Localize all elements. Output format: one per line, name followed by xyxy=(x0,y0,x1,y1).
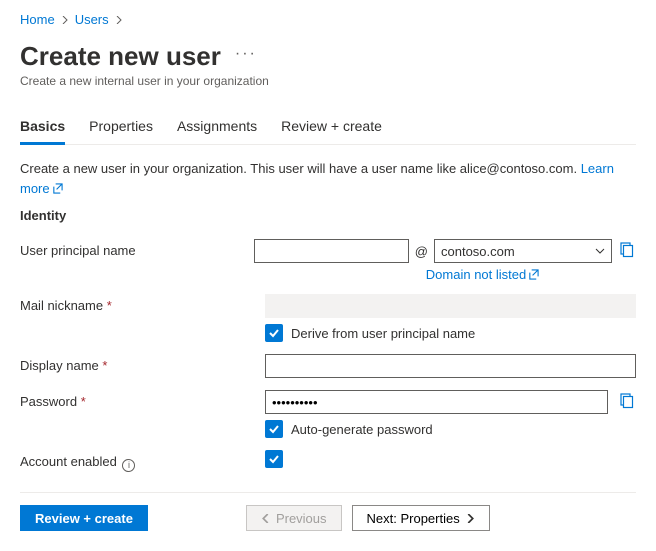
previous-button: Previous xyxy=(246,505,342,531)
at-symbol: @ xyxy=(415,244,428,259)
account-enabled-checkbox[interactable] xyxy=(265,450,283,468)
derive-label: Derive from user principal name xyxy=(291,326,475,341)
domain-not-listed-link[interactable]: Domain not listed xyxy=(426,267,539,282)
intro-body: Create a new user in your organization. … xyxy=(20,161,577,176)
row-account-enabled: Account enabled i xyxy=(20,450,636,472)
more-actions-button[interactable]: ··· xyxy=(235,45,257,63)
page-title: Create new user xyxy=(20,41,221,72)
chevron-down-icon xyxy=(595,246,605,256)
intro-text: Create a new user in your organization. … xyxy=(20,159,636,198)
display-name-input[interactable] xyxy=(265,354,636,378)
domain-select[interactable]: contoso.com xyxy=(434,239,612,263)
breadcrumb-home[interactable]: Home xyxy=(20,12,55,27)
copy-upn-button[interactable] xyxy=(618,242,636,260)
row-upn: User principal name @ contoso.com Domain… xyxy=(20,239,636,282)
section-identity: Identity xyxy=(20,208,636,223)
chevron-right-icon xyxy=(61,16,69,24)
password-input[interactable] xyxy=(265,390,608,414)
chevron-right-icon xyxy=(115,16,123,24)
page-subtitle: Create a new internal user in your organ… xyxy=(20,74,636,88)
label-password: Password * xyxy=(20,390,265,409)
mail-nickname-input xyxy=(265,294,636,318)
upn-input[interactable] xyxy=(254,239,409,263)
breadcrumb-users[interactable]: Users xyxy=(75,12,109,27)
chevron-right-icon xyxy=(466,514,475,523)
auto-gen-label: Auto-generate password xyxy=(291,422,433,437)
footer-actions: Review + create Previous Next: Propertie… xyxy=(20,505,636,531)
row-password: Password * Auto-generate password xyxy=(20,390,636,438)
label-display-name: Display name * xyxy=(20,354,265,373)
tabs: Basics Properties Assignments Review + c… xyxy=(20,112,636,145)
info-icon[interactable]: i xyxy=(122,459,135,472)
page-header: Create new user ··· xyxy=(20,35,636,72)
label-mail-nickname: Mail nickname * xyxy=(20,294,265,313)
tab-basics[interactable]: Basics xyxy=(20,112,65,145)
tab-properties[interactable]: Properties xyxy=(89,112,153,145)
copy-password-button[interactable] xyxy=(618,393,636,411)
next-button[interactable]: Next: Properties xyxy=(352,505,490,531)
label-account-enabled: Account enabled i xyxy=(20,450,265,472)
domain-selected-value: contoso.com xyxy=(441,244,515,259)
external-link-icon xyxy=(528,269,539,280)
external-link-icon xyxy=(52,183,63,194)
chevron-left-icon xyxy=(261,514,270,523)
breadcrumb: Home Users xyxy=(20,8,636,35)
row-display-name: Display name * xyxy=(20,354,636,378)
row-mail-nickname: Mail nickname * Derive from user princip… xyxy=(20,294,636,342)
label-upn: User principal name xyxy=(20,239,254,258)
divider xyxy=(20,492,636,493)
review-create-button[interactable]: Review + create xyxy=(20,505,148,531)
tab-assignments[interactable]: Assignments xyxy=(177,112,257,145)
derive-checkbox[interactable] xyxy=(265,324,283,342)
auto-gen-checkbox[interactable] xyxy=(265,420,283,438)
tab-review-create[interactable]: Review + create xyxy=(281,112,382,145)
